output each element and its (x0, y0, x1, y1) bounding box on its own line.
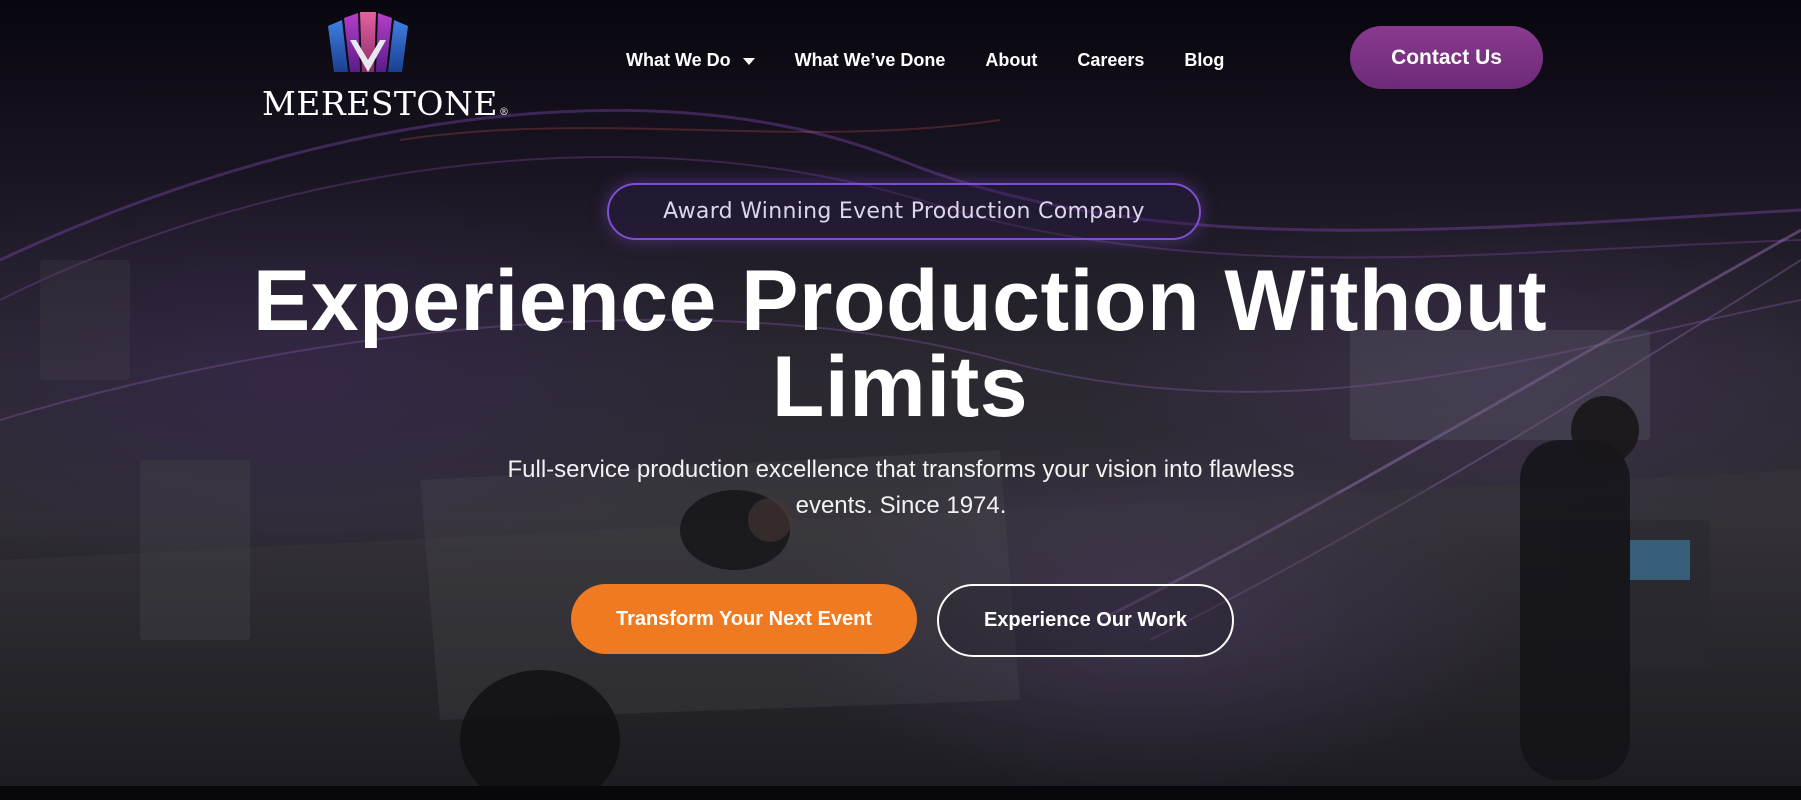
merestone-logo[interactable]: MERESTONE® (262, 8, 509, 123)
subtext-line-1: Full-service production excellence that … (507, 456, 1295, 483)
nav-item-what-we-do[interactable]: What We Do (626, 50, 755, 71)
main-nav: What We Do What We’ve Done About Careers… (626, 48, 1224, 72)
transform-event-button[interactable]: Transform Your Next Event (571, 584, 917, 654)
nav-item-label: Blog (1184, 49, 1225, 70)
logo-registered-mark: ® (498, 107, 510, 118)
nav-item-label: About (985, 49, 1038, 70)
logo-wordmark: MERESTONE® (262, 84, 509, 123)
hero-subtext: Full-service production excellence that … (490, 452, 1312, 524)
nav-item-label: What We Do (626, 49, 731, 70)
experience-work-button[interactable]: Experience Our Work (937, 584, 1234, 657)
chevron-down-icon[interactable] (742, 57, 755, 65)
nav-item-label: Careers (1077, 49, 1145, 70)
award-badge: Award Winning Event Production Company (607, 183, 1201, 240)
site-header: MERESTONE® What We Do What We’ve Done Ab… (0, 0, 1801, 123)
contact-us-button[interactable]: Contact Us (1350, 26, 1543, 89)
headline-line-2: Limits (771, 339, 1029, 435)
nav-item-label: What We’ve Done (794, 49, 946, 70)
bottom-strip (0, 786, 1801, 800)
nav-item-careers[interactable]: Careers (1077, 50, 1144, 71)
nav-item-blog[interactable]: Blog (1184, 50, 1224, 71)
logo-fan-icon (328, 12, 408, 72)
logo-text: MERESTONE (262, 84, 498, 123)
nav-item-about[interactable]: About (985, 50, 1037, 71)
headline-line-1: Experience Production Without (252, 253, 1548, 349)
hero-headline: Experience Production Without Limits (150, 258, 1650, 430)
subtext-line-2: events. Since 1974. (795, 492, 1007, 519)
nav-item-what-weve-done[interactable]: What We’ve Done (795, 50, 946, 71)
